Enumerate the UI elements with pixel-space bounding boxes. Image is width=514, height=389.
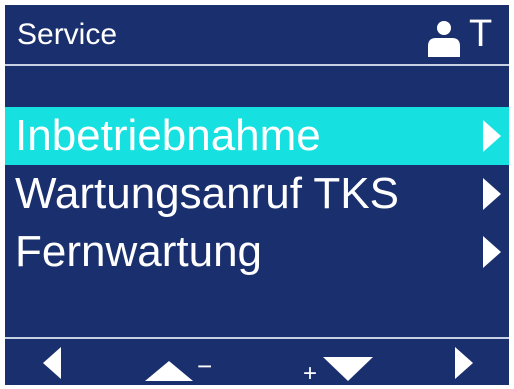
triangle-left-icon [43, 347, 61, 379]
service-menu: Inbetriebnahme Wartungsanruf TKS Fernwar… [5, 107, 509, 281]
triangle-right-icon [455, 347, 473, 379]
page-title: Service [17, 18, 118, 51]
triangle-right-icon [483, 120, 501, 152]
menu-item-inbetriebnahme[interactable]: Inbetriebnahme [5, 107, 509, 165]
triangle-up-minus-icon: − [145, 351, 212, 381]
user-icon [428, 21, 460, 57]
display-screen: Service T Inbetriebnahme Wartungsanruf T… [5, 5, 509, 385]
minus-symbol: − [197, 351, 212, 381]
up-minus-softkey[interactable]: − [143, 341, 219, 385]
plus-symbol: + [303, 360, 317, 385]
triangle-right-icon [483, 236, 501, 268]
header-bar: Service T [5, 5, 509, 65]
menu-item-label: Inbetriebnahme [15, 111, 321, 160]
menu-item-label: Wartungsanruf TKS [15, 169, 399, 218]
header-divider [5, 64, 509, 66]
forward-softkey[interactable] [451, 341, 477, 385]
menu-item-label: Fernwartung [15, 227, 263, 276]
back-softkey[interactable] [39, 341, 65, 385]
menu-item-wartungsanruf-tks[interactable]: Wartungsanruf TKS [5, 165, 509, 223]
footer-divider [5, 337, 509, 339]
plus-triangle-down-icon: + [303, 357, 373, 385]
menu-item-fernwartung[interactable]: Fernwartung [5, 223, 509, 281]
header-indicator-text: T [469, 13, 493, 55]
plus-down-softkey[interactable]: + [303, 341, 383, 385]
triangle-right-icon [483, 178, 501, 210]
